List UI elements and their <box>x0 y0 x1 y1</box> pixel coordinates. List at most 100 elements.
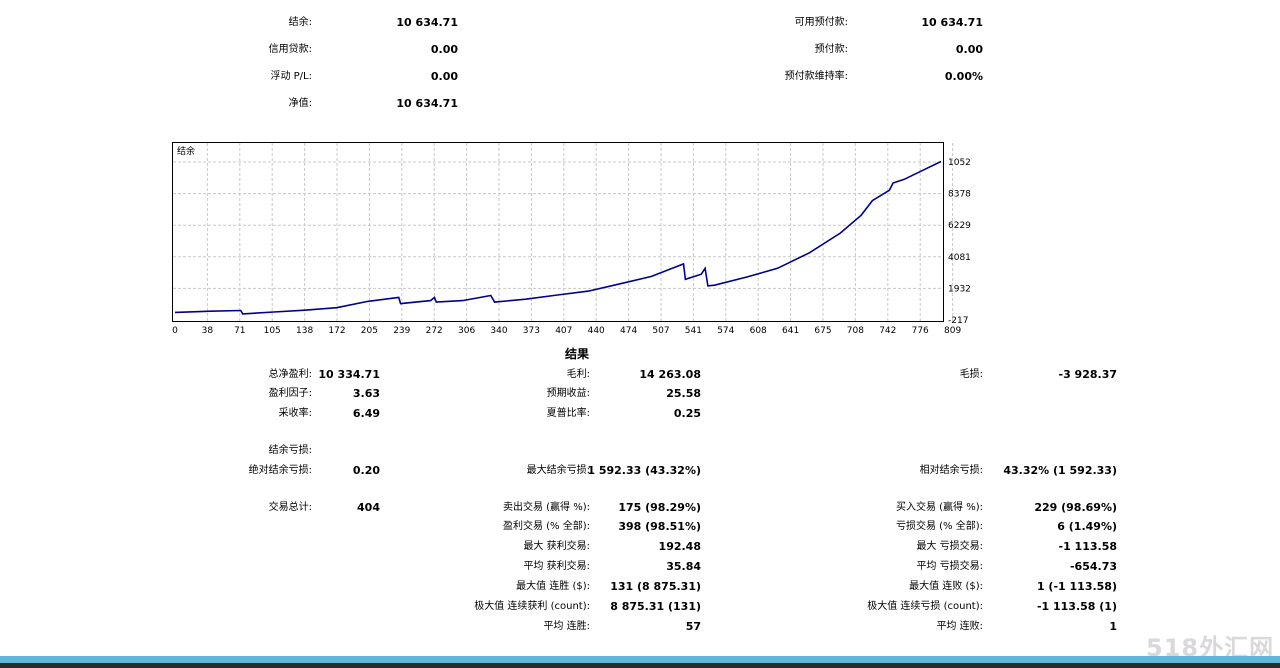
result-label: 夏普比率: <box>546 408 590 419</box>
x-tick-label: 138 <box>296 326 313 336</box>
result-value: 14 263.08 <box>639 368 701 381</box>
result-value: 131 (8 875.31) <box>610 580 701 593</box>
result-value: 229 (98.69%) <box>1034 501 1117 514</box>
result-label: 最大结余亏损: <box>526 465 590 476</box>
result-label: 相对结余亏损: <box>919 465 983 476</box>
result-value: 0.25 <box>673 407 701 420</box>
result-value: -654.73 <box>1069 560 1117 573</box>
result-label: 平均 获利交易: <box>523 561 590 572</box>
credit-value: 0.00 <box>430 43 458 56</box>
x-tick-label: 440 <box>588 326 605 336</box>
result-label: 卖出交易 (赢得 %): <box>502 502 590 513</box>
result-label: 毛利: <box>566 369 590 380</box>
x-tick-label: 272 <box>426 326 443 336</box>
result-label: 盈利因子: <box>268 388 312 399</box>
x-tick-label: 675 <box>814 326 831 336</box>
x-tick-label: 474 <box>620 326 637 336</box>
result-label: 最大值 连败 ($): <box>909 581 983 592</box>
result-label: 最大 亏损交易: <box>916 541 983 552</box>
x-tick-label: 340 <box>490 326 507 336</box>
x-tick-label: 742 <box>879 326 896 336</box>
result-value: 1 (-1 113.58) <box>1036 580 1117 593</box>
result-label: 盈利交易 (% 全部): <box>502 521 590 532</box>
floating-pl-value: 0.00 <box>430 70 458 83</box>
x-tick-label: 407 <box>555 326 572 336</box>
balance-chart-svg: 0 38 71 105 138 172 205 239 272 306 340 373 407 440 47… <box>172 142 972 336</box>
x-tick-label: 306 <box>458 326 475 336</box>
result-label: 交易总计: <box>268 502 312 513</box>
x-tick-label: 641 <box>782 326 799 336</box>
x-tick-label: 239 <box>393 326 410 336</box>
x-tick-label: 507 <box>652 326 669 336</box>
balance-label: 结余: <box>288 17 312 28</box>
chart-title: 结余 <box>177 145 195 157</box>
x-tick-label: 205 <box>361 326 378 336</box>
result-value: 6 (1.49%) <box>1057 520 1117 533</box>
x-tick-label: 38 <box>202 326 214 336</box>
equity-label: 净值: <box>288 98 312 109</box>
result-label: 平均 连败: <box>936 621 983 632</box>
x-tick-label: 574 <box>717 326 734 336</box>
result-label: 采收率: <box>278 408 312 419</box>
result-value: 175 (98.29%) <box>618 501 701 514</box>
result-value: 192.48 <box>658 540 701 553</box>
balance-value: 10 634.71 <box>396 16 458 29</box>
result-label: 总净盈利: <box>268 369 312 380</box>
result-value: 25.58 <box>666 387 701 400</box>
margin-value: 0.00 <box>955 43 983 56</box>
y-tick-label: 1932 <box>948 284 971 294</box>
result-value: 8 875.31 (131) <box>610 600 701 613</box>
margin-level-value: 0.00% <box>944 70 983 83</box>
result-label: 亏损交易 (% 全部): <box>895 521 983 532</box>
result-label: 平均 连胜: <box>543 621 590 632</box>
y-tick-label: 8378 <box>948 190 971 200</box>
result-label: 极大值 连续亏损 (count): <box>867 601 983 612</box>
result-label: 极大值 连续获利 (count): <box>474 601 590 612</box>
y-tick-label: -217 <box>948 316 968 326</box>
x-tick-label: 172 <box>328 326 345 336</box>
result-value: 398 (98.51%) <box>618 520 701 533</box>
result-label: 绝对结余亏损: <box>248 465 312 476</box>
credit-label: 信用贷款: <box>268 44 312 55</box>
result-label: 平均 亏损交易: <box>916 561 983 572</box>
x-tick-label: 373 <box>523 326 540 336</box>
floating-pl-label: 浮动 P/L: <box>270 71 312 82</box>
x-tick-label: 708 <box>847 326 864 336</box>
x-tick-label: 105 <box>264 326 281 336</box>
margin-level-label: 预付款维持率: <box>784 71 848 82</box>
free-margin-label: 可用预付款: <box>794 17 848 28</box>
result-value: 35.84 <box>666 560 701 573</box>
bottom-accent-bar <box>0 656 1280 663</box>
result-value: -1 113.58 (1) <box>1036 600 1117 613</box>
result-label: 毛损: <box>959 369 983 380</box>
result-value: 404 <box>357 501 380 514</box>
y-tick-label: 4081 <box>948 253 971 263</box>
free-margin-value: 10 634.71 <box>921 16 983 29</box>
x-tick-label: 809 <box>944 326 961 336</box>
result-value: 57 <box>685 620 701 633</box>
x-tick-label: 541 <box>685 326 702 336</box>
y-tick-label: 6229 <box>948 221 971 231</box>
balance-chart: 0 38 71 105 138 172 205 239 272 306 340 373 407 440 47… <box>172 142 972 336</box>
result-label: 预期收益: <box>546 388 590 399</box>
results-title: 结果 <box>565 347 590 361</box>
result-label: 买入交易 (赢得 %): <box>895 502 983 513</box>
y-tick-label: 10527 <box>948 158 972 168</box>
margin-label: 预付款: <box>814 44 848 55</box>
result-label: 最大 获利交易: <box>523 541 590 552</box>
result-value: 0.20 <box>352 464 380 477</box>
x-tick-label: 608 <box>750 326 767 336</box>
result-value: 3.63 <box>352 387 380 400</box>
bottom-dark-bar <box>0 663 1280 668</box>
x-tick-label: 776 <box>912 326 929 336</box>
x-tick-label: 71 <box>234 326 245 336</box>
result-value: -3 928.37 <box>1058 368 1118 381</box>
result-label: 最大值 连胜 ($): <box>516 581 590 592</box>
result-value: 1 592.33 (43.32%) <box>587 464 701 477</box>
x-tick-label: 0 <box>172 326 178 336</box>
result-value: 10 334.71 <box>318 368 380 381</box>
equity-value: 10 634.71 <box>396 97 458 110</box>
result-value: -1 113.58 <box>1058 540 1118 553</box>
result-label: 结余亏损: <box>268 445 312 456</box>
result-value: 1 <box>1109 620 1117 633</box>
